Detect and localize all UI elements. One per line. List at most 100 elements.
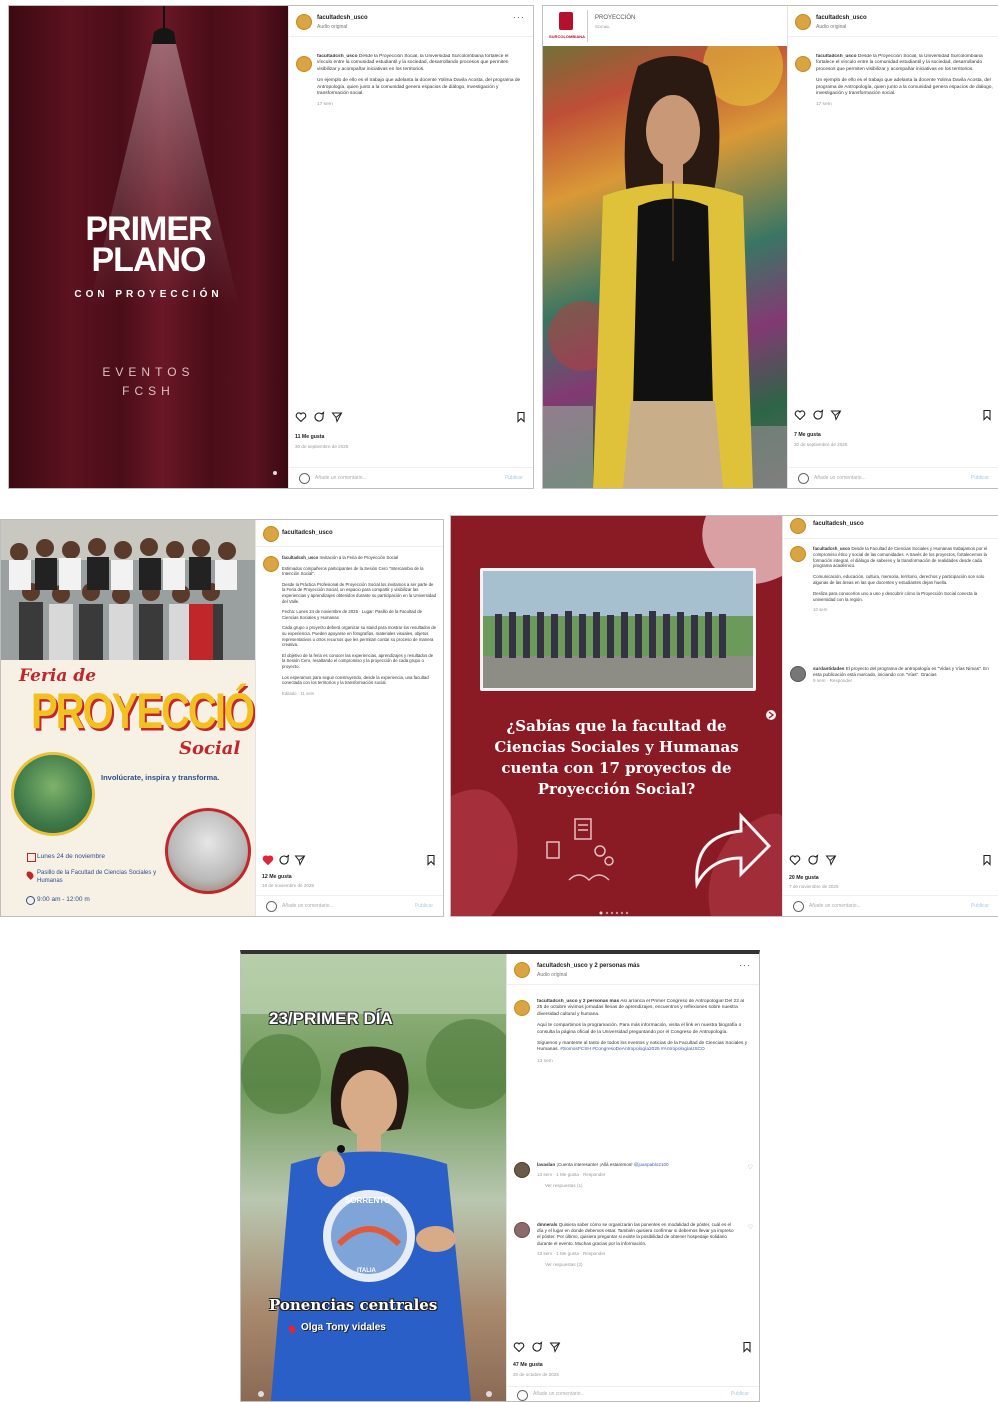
post-media-primer-plano[interactable]: PRIMER PLANO CON PROYECCIÓN EVENTOS FCSH bbox=[9, 6, 288, 488]
post-caption: facultadcsh_usco Desde la Proyección Soc… bbox=[816, 54, 993, 164]
likes-count[interactable]: 12 Me gusta bbox=[262, 874, 292, 880]
add-comment-input[interactable]: Añade un comentario... bbox=[282, 903, 334, 909]
comment-mention[interactable]: @juanpablo2100 bbox=[634, 1162, 669, 1167]
heart-icon[interactable] bbox=[794, 409, 806, 421]
comment-icon[interactable] bbox=[531, 1341, 543, 1353]
caption-username[interactable]: facultadcsh_usco bbox=[317, 54, 358, 59]
emoji-icon[interactable] bbox=[299, 473, 310, 484]
instagram-post-sabias-que: ¿Sabías que la facultad de Ciencias Soci… bbox=[450, 515, 998, 917]
post-side-panel: facultadcsh_usco Audio original ··· facu… bbox=[288, 6, 533, 488]
emoji-icon[interactable] bbox=[798, 473, 809, 484]
share-icon[interactable] bbox=[825, 854, 837, 866]
caption-username[interactable]: facultadcsh_usco bbox=[816, 54, 857, 59]
username[interactable]: facultadcsh_usco bbox=[813, 521, 864, 527]
avatar[interactable] bbox=[795, 14, 811, 30]
username[interactable]: facultadcsh_usco bbox=[282, 530, 333, 536]
caption-username[interactable]: facultadcsh_usco bbox=[282, 555, 318, 560]
post-media-sabias-que[interactable]: ¿Sabías que la facultad de Ciencias Soci… bbox=[451, 516, 782, 916]
publish-button[interactable]: Publicar bbox=[415, 903, 433, 909]
comment-meta[interactable]: 9 sem · Responder bbox=[813, 678, 993, 684]
emoji-icon[interactable] bbox=[517, 1390, 528, 1401]
comment-icon[interactable] bbox=[807, 854, 819, 866]
caption-hashtags[interactable]: #SomosFCSH #CongresoDeAntropología2025 #… bbox=[560, 1047, 705, 1052]
audio-label[interactable]: Audio original bbox=[317, 24, 347, 30]
commenter-username[interactable]: surdantidades bbox=[813, 666, 844, 671]
share-icon[interactable] bbox=[331, 411, 343, 423]
avatar[interactable] bbox=[514, 962, 530, 978]
feria-de-label: Feria de bbox=[19, 666, 97, 686]
view-replies-link[interactable]: Ver respuestas (1) bbox=[545, 1183, 737, 1189]
audio-label[interactable]: Audio original bbox=[816, 24, 846, 30]
more-options-icon[interactable]: ··· bbox=[513, 12, 525, 22]
post-media-congreso-video[interactable]: 23/PRIMER DÍA SORRENTO ITALIA Ponencias … bbox=[241, 954, 506, 1401]
caption-time: 10 sem bbox=[813, 607, 828, 613]
commenter-avatar[interactable] bbox=[514, 1222, 530, 1238]
add-comment-bar: Añade un comentario... Publicar bbox=[289, 467, 533, 488]
username[interactable]: facultadcsh_usco bbox=[816, 15, 867, 21]
publish-button[interactable]: Publicar bbox=[505, 475, 523, 481]
add-comment-input[interactable]: Añade un comentario... bbox=[315, 475, 367, 481]
emoji-icon[interactable] bbox=[266, 901, 277, 912]
commenter-username[interactable]: dmnerals bbox=[537, 1222, 557, 1227]
bookmark-icon[interactable] bbox=[515, 411, 527, 423]
more-options-icon[interactable]: ··· bbox=[739, 960, 751, 970]
event-date: Lunes 24 de noviembre bbox=[37, 853, 105, 860]
publish-button[interactable]: Publicar bbox=[971, 903, 989, 909]
comment-icon[interactable] bbox=[812, 409, 824, 421]
post-media-feria[interactable]: Feria de PROYECCIÓN Social Involúcrate, … bbox=[1, 520, 255, 916]
avatar[interactable] bbox=[263, 526, 279, 542]
bookmark-icon[interactable] bbox=[981, 409, 993, 421]
add-comment-bar: Añade un comentario... Publicar bbox=[507, 1386, 759, 1401]
commenter-avatar[interactable] bbox=[790, 666, 806, 682]
caption-username[interactable]: facultadcsh_usco y 2 personas más bbox=[537, 999, 619, 1004]
post-header: facultadcsh_usco y 2 personas más Audio … bbox=[507, 954, 759, 985]
username[interactable]: facultadcsh_usco y 2 personas más bbox=[537, 963, 640, 969]
comment-meta[interactable]: 13 sem · 1 Me gusta · Responder bbox=[537, 1172, 737, 1178]
bookmark-icon[interactable] bbox=[741, 1341, 753, 1353]
caption-avatar[interactable] bbox=[296, 56, 312, 72]
audio-label[interactable]: Audio original bbox=[537, 972, 567, 978]
comment-icon[interactable] bbox=[313, 411, 325, 423]
caption-avatar[interactable] bbox=[514, 1000, 530, 1016]
commenter-username[interactable]: lavaslan bbox=[537, 1162, 555, 1167]
post-side-panel: facultadcsh_usco y 2 personas más Audio … bbox=[506, 954, 759, 1401]
likes-count[interactable]: 11 Me gusta bbox=[295, 434, 324, 440]
share-icon[interactable] bbox=[830, 409, 842, 421]
add-comment-input[interactable]: Añade un comentario... bbox=[814, 475, 866, 481]
heart-icon[interactable] bbox=[789, 854, 801, 866]
comment-meta[interactable]: 13 sem · 1 Me gusta · Responder bbox=[537, 1251, 737, 1257]
likes-count[interactable]: 20 Me gusta bbox=[789, 875, 819, 881]
caption-avatar[interactable] bbox=[263, 556, 279, 572]
post-media-docente-video[interactable]: SURCOLOMBIANA PROYECCIÓN SOCIAL bbox=[543, 6, 787, 488]
username[interactable]: facultadcsh_usco bbox=[317, 15, 368, 21]
bookmark-icon[interactable] bbox=[981, 854, 993, 866]
add-comment-input[interactable]: Añade un comentario... bbox=[809, 903, 861, 909]
avatar[interactable] bbox=[296, 14, 312, 30]
heart-icon[interactable] bbox=[513, 1341, 525, 1353]
likes-count[interactable]: 47 Me gusta bbox=[513, 1362, 543, 1368]
likes-count[interactable]: 7 Me gusta bbox=[794, 432, 821, 438]
bookmark-icon[interactable] bbox=[425, 854, 437, 866]
view-replies-link[interactable]: Ver respuestas (2) bbox=[545, 1262, 737, 1268]
heart-icon[interactable] bbox=[295, 411, 307, 423]
publish-button[interactable]: Publicar bbox=[971, 475, 989, 481]
caption-username[interactable]: facultadcsh_usco bbox=[813, 546, 850, 551]
heart-filled-icon[interactable] bbox=[262, 854, 274, 866]
con-proyeccion-subtitle: CON PROYECCIÓN bbox=[74, 289, 223, 300]
avatar[interactable] bbox=[790, 518, 806, 534]
publish-button[interactable]: Publicar bbox=[731, 1391, 749, 1397]
share-icon[interactable] bbox=[549, 1341, 561, 1353]
caption-avatar[interactable] bbox=[790, 546, 806, 562]
commenter-avatar[interactable] bbox=[514, 1162, 530, 1178]
share-icon[interactable] bbox=[294, 854, 306, 866]
comment-like-icon[interactable]: ♡ bbox=[748, 1164, 753, 1171]
feria-photo-left bbox=[11, 752, 95, 836]
instagram-post-congreso: 23/PRIMER DÍA SORRENTO ITALIA Ponencias … bbox=[240, 950, 760, 1402]
add-comment-input[interactable]: Añade un comentario... bbox=[533, 1391, 585, 1397]
caption-avatar[interactable] bbox=[795, 56, 811, 72]
emoji-icon[interactable] bbox=[793, 901, 804, 912]
comment-like-icon[interactable]: ♡ bbox=[748, 1224, 753, 1231]
primer-plano-title: PRIMER PLANO bbox=[85, 210, 212, 279]
comment-icon[interactable] bbox=[278, 854, 290, 866]
instagram-post-primer-plano: PRIMER PLANO CON PROYECCIÓN EVENTOS FCSH… bbox=[8, 5, 534, 489]
